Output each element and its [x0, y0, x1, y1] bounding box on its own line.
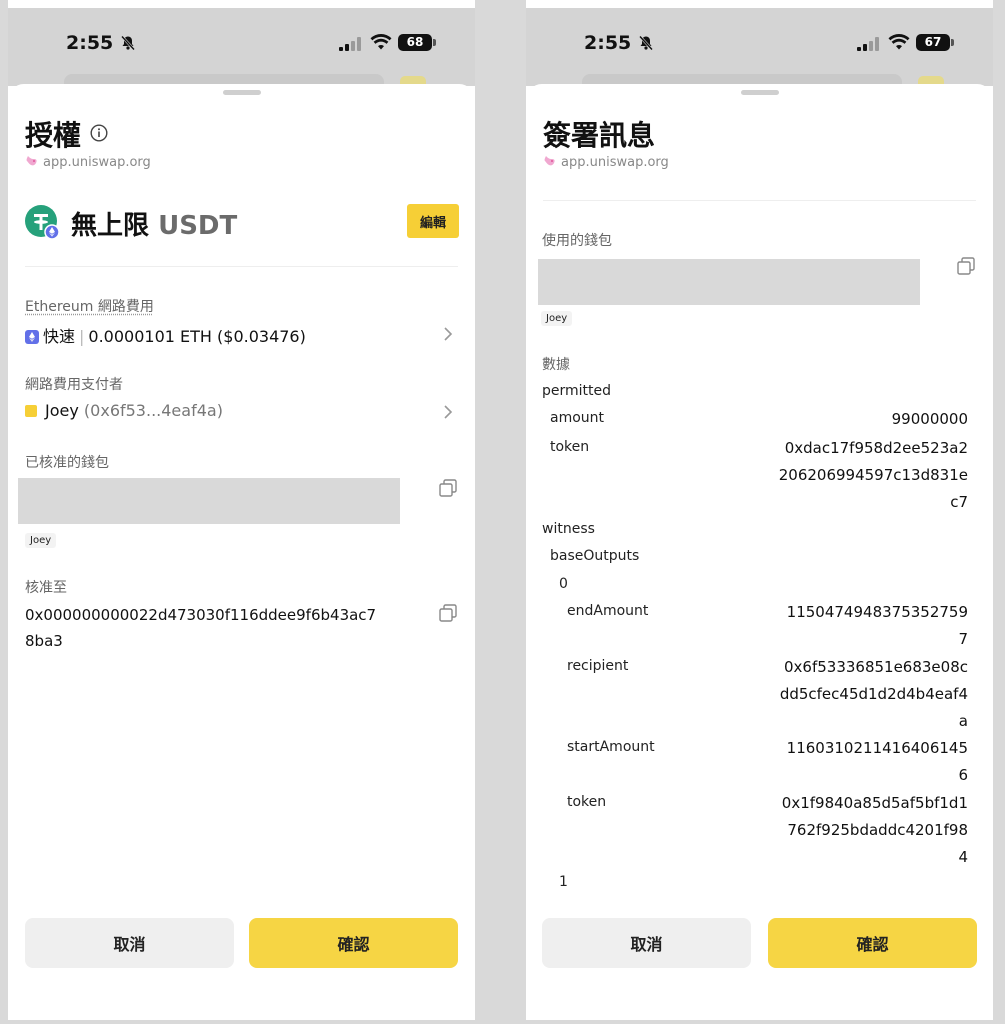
field-token-key: token	[550, 439, 590, 455]
uniswap-icon	[544, 156, 555, 166]
copy-icon[interactable]	[956, 256, 976, 276]
amount-text: 無上限	[71, 211, 150, 241]
token-symbol: USDT	[158, 211, 238, 241]
data-label: 數據	[542, 357, 570, 373]
sign-message-screen: 2:55 67 簽署訊息 app.uniswap.org 使用的錢包 Joey …	[526, 0, 993, 1020]
status-bar: 2:55 67	[526, 8, 993, 94]
usdt-token-icon	[25, 205, 60, 240]
uniswap-icon	[26, 156, 37, 166]
sign-sheet: 簽署訊息 app.uniswap.org 使用的錢包 Joey 數據 permi…	[526, 84, 993, 1020]
field-startamount-key: startAmount	[567, 739, 655, 755]
copy-icon[interactable]	[438, 478, 458, 498]
field-token2-value: 0x1f9840a85d5af5bf1d1762f925bdaddc4201f9…	[781, 794, 968, 866]
divider	[25, 266, 458, 267]
field-endamount-key: endAmount	[567, 603, 649, 619]
sheet-drag-handle[interactable]	[222, 90, 261, 95]
field-recipient-key: recipient	[567, 658, 629, 674]
battery-indicator: 67	[916, 34, 954, 51]
site-url: app.uniswap.org	[43, 155, 151, 170]
approved-wallet-label: 已核准的錢包	[25, 455, 109, 471]
wallet-icon	[25, 405, 37, 417]
sheet-drag-handle[interactable]	[740, 90, 779, 95]
signal-icon	[339, 37, 361, 51]
status-time: 2:55	[66, 32, 114, 54]
redacted-wallet-address	[538, 259, 920, 305]
field-amount-key: amount	[550, 410, 605, 426]
field-recipient-value: 0x6f53336851e683e08cdd5cfec45d1d2d4b4eaf…	[779, 658, 968, 730]
wifi-icon	[888, 34, 910, 50]
field-startamount-value: 11603102114164061456	[786, 739, 968, 784]
approve-to-label: 核准至	[25, 580, 67, 596]
field-amount-value: 99000000	[891, 410, 968, 428]
divider	[543, 200, 976, 201]
battery-indicator: 68	[398, 34, 436, 51]
dapp-origin: app.uniswap.org	[543, 154, 669, 170]
approve-sheet: 授權 app.uniswap.org 無上限 USDT 編輯 Ethereum …	[8, 84, 475, 1020]
network-fee-row[interactable]: 快速 | 0.0000101 ETH ($0.03476)	[25, 323, 306, 347]
network-fee-label[interactable]: Ethereum 網路費用	[25, 296, 154, 316]
spender-address: 0x000000000022d473030f116ddee9f6b43ac78b…	[25, 606, 377, 650]
signal-icon	[857, 37, 879, 51]
cancel-button[interactable]: 取消	[25, 918, 234, 968]
page-title: 簽署訊息	[543, 119, 656, 152]
fee-speed: 快速	[43, 327, 76, 346]
wifi-icon	[370, 34, 392, 50]
field-token-value: 0xdac17f958d2ee523a2206206994597c13d831e…	[778, 439, 968, 511]
fee-payer-label: 網路費用支付者	[25, 377, 123, 393]
bell-muted-icon	[121, 35, 135, 51]
field-index-0: 0	[559, 576, 568, 592]
field-witness: witness	[542, 521, 595, 537]
status-bar: 2:55 68	[8, 8, 475, 94]
approval-amount: 無上限 USDT	[71, 205, 237, 242]
site-url: app.uniswap.org	[561, 155, 669, 170]
wallet-tag: Joey	[541, 311, 573, 326]
fee-value: 0.0000101 ETH ($0.03476)	[88, 327, 306, 346]
info-icon[interactable]	[90, 124, 108, 142]
field-index-1: 1	[559, 874, 568, 890]
bell-muted-icon	[639, 35, 653, 51]
chevron-right-icon[interactable]	[442, 326, 454, 342]
wallet-tag: Joey	[25, 533, 57, 548]
confirm-button[interactable]: 確認	[249, 918, 458, 968]
fee-separator: |	[79, 327, 85, 346]
field-permitted: permitted	[542, 383, 612, 399]
page-title: 授權	[25, 119, 82, 152]
copy-icon[interactable]	[438, 603, 458, 623]
field-token2-key: token	[567, 794, 607, 810]
confirm-button[interactable]: 確認	[768, 918, 977, 968]
status-time: 2:55	[584, 32, 632, 54]
fee-payer-row[interactable]: Joey (0x6f53...4eaf4a)	[25, 401, 223, 420]
dapp-origin: app.uniswap.org	[25, 154, 151, 170]
chevron-right-icon[interactable]	[442, 404, 454, 420]
edit-button[interactable]: 編輯	[407, 204, 459, 238]
field-baseoutputs: baseOutputs	[550, 548, 640, 564]
field-endamount-value: 11504749483753527597	[786, 603, 968, 648]
wallet-label: 使用的錢包	[542, 233, 612, 249]
redacted-wallet-address	[18, 478, 400, 524]
payer-address: (0x6f53...4eaf4a)	[83, 401, 223, 420]
approve-screen: 2:55 68 授權 app.uniswap.org 無上限 USDT 編輯 E…	[8, 0, 475, 1020]
ethereum-icon	[25, 330, 39, 344]
payer-name: Joey	[45, 401, 79, 420]
cancel-button[interactable]: 取消	[542, 918, 751, 968]
